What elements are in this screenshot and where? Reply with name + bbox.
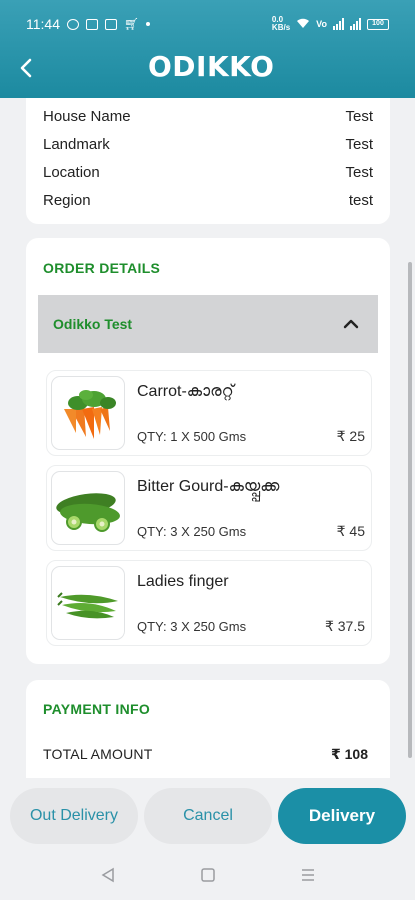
item-qty: QTY: 3 X 250 Gms bbox=[137, 619, 247, 634]
order-scroll-area[interactable]: House Name Test Landmark Test Location T… bbox=[0, 98, 415, 778]
item-qty: QTY: 1 X 500 Gms bbox=[137, 429, 247, 444]
order-details-card: ORDER DETAILS Odikko Test Carrot-കാരറ്റ്… bbox=[26, 238, 390, 664]
address-label: House Name bbox=[43, 107, 131, 125]
item-price: ₹ 25 bbox=[336, 428, 365, 444]
address-value: test bbox=[348, 191, 373, 209]
nav-back-icon[interactable] bbox=[97, 864, 119, 886]
back-button[interactable] bbox=[8, 50, 44, 86]
bitter-gourd-image bbox=[51, 471, 125, 545]
nav-recents-icon[interactable] bbox=[297, 864, 319, 886]
signal-strength-2-icon bbox=[350, 18, 361, 30]
status-time: 11:44 bbox=[26, 16, 60, 32]
system-nav-bar bbox=[0, 850, 415, 900]
address-row-region: Region test bbox=[43, 186, 373, 214]
item-name: Carrot-കാരറ്റ് bbox=[137, 383, 234, 400]
store-accordion-header[interactable]: Odikko Test bbox=[38, 295, 378, 353]
back-chevron-icon bbox=[20, 58, 32, 78]
okra-image bbox=[51, 566, 125, 640]
order-details-title: ORDER DETAILS bbox=[43, 260, 161, 276]
cancel-button[interactable]: Cancel bbox=[144, 788, 272, 844]
address-label: Region bbox=[43, 191, 91, 209]
order-item: Ladies finger QTY: 3 X 250 Gms ₹ 37.5 bbox=[46, 560, 372, 646]
address-card: House Name Test Landmark Test Location T… bbox=[26, 98, 390, 224]
address-row-location: Location Test bbox=[43, 158, 373, 186]
volte-icon: Vo bbox=[316, 19, 327, 29]
address-label: Location bbox=[43, 163, 100, 181]
total-amount-value: ₹ 108 bbox=[331, 746, 368, 762]
total-amount-row: TOTAL AMOUNT ₹ 108 bbox=[43, 746, 368, 763]
whatsapp-icon bbox=[67, 18, 79, 30]
address-row-landmark: Landmark Test bbox=[43, 130, 373, 158]
scrollbar[interactable] bbox=[408, 262, 412, 758]
status-bar: 11:44 🛒︎ 0.0 KB/s Vo 100 bbox=[0, 10, 415, 38]
delivery-button[interactable]: Delivery bbox=[278, 788, 406, 844]
odikko-logo: ODIKKO bbox=[148, 50, 275, 83]
battery-icon: 100 bbox=[367, 18, 389, 30]
address-row-house-name: House Name Test bbox=[43, 102, 373, 130]
signal-strength-icon bbox=[333, 18, 344, 30]
top-bar: ODIKKO bbox=[0, 46, 415, 90]
chevron-up-icon[interactable] bbox=[339, 312, 363, 336]
payment-info-title: PAYMENT INFO bbox=[43, 701, 151, 717]
item-price: ₹ 45 bbox=[336, 523, 365, 539]
app-bar: 11:44 🛒︎ 0.0 KB/s Vo 100 ODIKKO bbox=[0, 0, 415, 98]
order-item: Carrot-കാരറ്റ് QTY: 1 X 500 Gms ₹ 25 bbox=[46, 370, 372, 456]
item-name: Bitter Gourd-കയ്പ്പക്ക bbox=[137, 478, 280, 495]
action-bar: Out Delivery Cancel Delivery bbox=[0, 778, 415, 850]
address-value: Test bbox=[345, 163, 373, 181]
network-speed-icon: 0.0 KB/s bbox=[271, 15, 291, 32]
wifi-icon bbox=[296, 17, 310, 32]
order-item: Bitter Gourd-കയ്പ്പക്ക QTY: 3 X 250 Gms … bbox=[46, 465, 372, 551]
address-value: Test bbox=[345, 135, 373, 153]
payment-info-card: PAYMENT INFO TOTAL AMOUNT ₹ 108 bbox=[26, 680, 390, 778]
carrot-image bbox=[51, 376, 125, 450]
item-name: Ladies finger bbox=[137, 573, 229, 590]
address-label: Landmark bbox=[43, 135, 110, 153]
item-price: ₹ 37.5 bbox=[324, 618, 365, 634]
cart-notification-icon: 🛒︎ bbox=[124, 17, 140, 31]
out-delivery-button[interactable]: Out Delivery bbox=[10, 788, 138, 844]
more-notifications-icon bbox=[146, 22, 151, 26]
nav-home-icon[interactable] bbox=[197, 864, 219, 886]
total-amount-label: TOTAL AMOUNT bbox=[43, 746, 153, 762]
item-qty: QTY: 3 X 250 Gms bbox=[137, 524, 247, 539]
notification-icon bbox=[86, 18, 98, 30]
app-notification-icon bbox=[105, 18, 117, 30]
address-value: Test bbox=[345, 107, 373, 125]
store-name: Odikko Test bbox=[53, 316, 133, 332]
